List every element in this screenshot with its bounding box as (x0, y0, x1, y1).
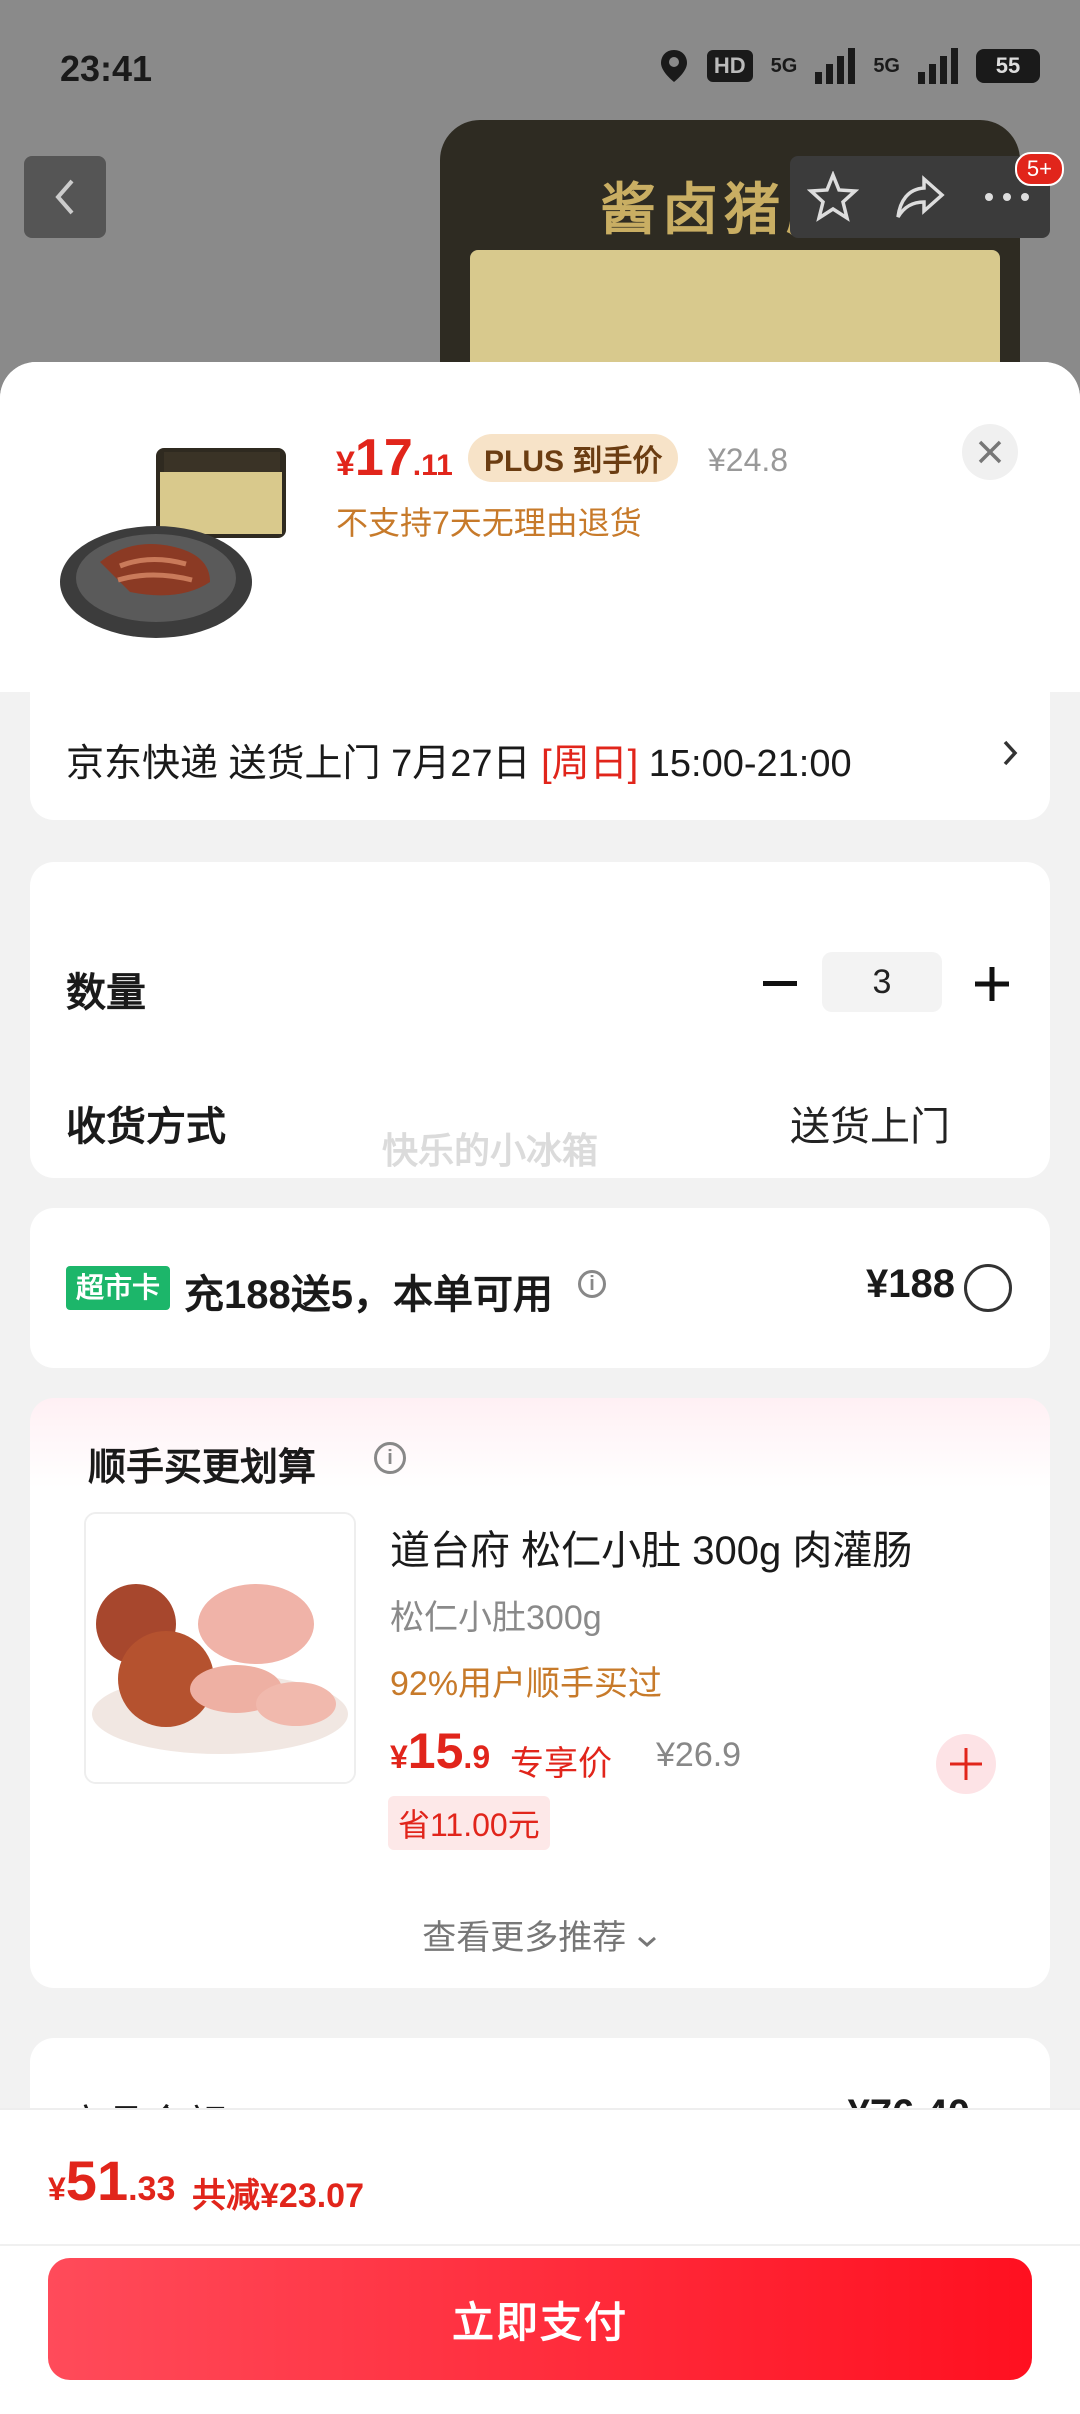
hd-icon: HD (706, 50, 753, 82)
share-icon[interactable] (894, 171, 946, 223)
notification-badge: 5+ (1014, 152, 1064, 186)
exclusive-price-label: 专享价 (510, 1745, 612, 1783)
close-icon (978, 440, 1002, 464)
recommended-product-image[interactable] (84, 1512, 356, 1784)
quantity-decrease-button[interactable] (750, 954, 810, 1014)
recommended-original-price: ¥26.9 (656, 1736, 742, 1774)
back-button[interactable] (24, 156, 106, 238)
info-icon[interactable]: i (578, 1270, 606, 1298)
add-recommended-button[interactable] (936, 1734, 996, 1794)
delivery-day: [周日] (541, 743, 639, 785)
recommended-product-name[interactable]: 道台府 松仁小肚 300g 肉灌肠 (390, 1518, 912, 1576)
recommended-product-buyers: 92%用户顺手买过 (390, 1665, 663, 1703)
star-icon[interactable] (807, 171, 860, 223)
top-actions (790, 156, 1050, 238)
recommended-product-spec: 松仁小肚300g (390, 1599, 602, 1637)
promo-radio-button[interactable] (964, 1264, 1012, 1312)
status-icons: HD 5G 5G 55 (659, 48, 1040, 84)
total-decimal: .33 (128, 2170, 176, 2208)
product-thumbnail[interactable] (60, 442, 290, 642)
status-time: 23:41 (60, 48, 153, 89)
close-button[interactable] (962, 424, 1018, 480)
sausage-image (86, 1514, 354, 1782)
total-price: ¥51.33 (48, 2148, 175, 2213)
promo-price: ¥188 (866, 1262, 955, 1306)
payment-bar: ¥51.33 共减¥23.07 立即支付 (0, 2108, 1080, 2414)
sheet-price: ¥17.11 (336, 428, 453, 488)
see-more-label: 查看更多推荐 (422, 1919, 627, 1957)
status-bar: 23:41 HD 5G 5G 55 (0, 0, 1080, 140)
quantity-increase-button[interactable] (962, 954, 1022, 1014)
signal-icon (815, 48, 856, 84)
network-type-2: 5G (873, 54, 900, 77)
return-policy-note: 不支持7天无理由退货 (336, 505, 642, 541)
watermark: 快乐的小冰箱 (382, 1130, 599, 1171)
reco-price-integer: 15 (407, 1723, 464, 1779)
total-currency: ¥ (48, 2171, 66, 2207)
sheet-header: ¥17.11 PLUS 到手价 ¥24.8 不支持7天无理由退货 (0, 362, 1080, 692)
location-icon (660, 50, 687, 82)
chevron-right-icon (1003, 740, 1018, 766)
total-integer: 51 (65, 2149, 129, 2212)
plus-icon (975, 967, 1009, 1001)
minus-icon (763, 981, 797, 986)
savings-badge: 省11.00元 (388, 1796, 550, 1850)
divider (0, 2244, 1080, 2246)
quantity-label: 数量 (66, 971, 146, 1015)
shipping-method-value[interactable]: 送货上门 (790, 1094, 950, 1152)
promo-tag: 超市卡 (66, 1266, 171, 1310)
reco-price-decimal: .9 (463, 1739, 491, 1775)
see-more-recommendations[interactable]: 查看更多推荐 (30, 1910, 1050, 1959)
promo-text: 充188送5，本单可用 (184, 1273, 553, 1317)
delivery-text: 京东快递 送货上门 7月27日 [周日] 15:00-21:00 (66, 732, 852, 787)
recommendation-card: 顺手买更划算 i 道台府 松仁小肚 300g 肉灌肠 松仁小肚300g 92%用… (30, 1398, 1050, 1988)
info-icon[interactable]: i (374, 1442, 406, 1474)
delivery-time-window: 15:00-21:00 (638, 743, 852, 785)
network-type-1: 5G (770, 54, 798, 77)
original-price: ¥24.8 (708, 442, 789, 478)
price-currency: ¥ (336, 445, 355, 483)
delivery-row[interactable]: 京东快递 送货上门 7月27日 [周日] 15:00-21:00 (30, 692, 1050, 820)
recommended-product-price: ¥15.9 (390, 1722, 490, 1780)
pay-now-button[interactable]: 立即支付 (48, 2258, 1032, 2380)
battery-icon: 55 (976, 49, 1040, 83)
quantity-input[interactable]: 3 (822, 952, 942, 1012)
total-savings: 共减¥23.07 (192, 2177, 364, 2215)
purchase-sheet: ¥17.11 PLUS 到手价 ¥24.8 不支持7天无理由退货 京东快递 送货… (0, 362, 1080, 2412)
chevron-down-icon (637, 1936, 656, 1947)
plus-icon (950, 1748, 982, 1780)
supermarket-card-promo[interactable]: 超市卡 充188送5，本单可用 i ¥188 (30, 1208, 1050, 1368)
more-icon[interactable] (981, 187, 1033, 207)
price-decimal: .11 (412, 449, 453, 482)
plus-price-badge: PLUS 到手价 (468, 434, 679, 482)
shipping-method-label: 收货方式 (66, 1105, 226, 1149)
chevron-left-icon (55, 179, 74, 215)
reco-price-currency: ¥ (390, 1739, 408, 1775)
price-integer: 17 (354, 429, 413, 487)
recommendation-title: 顺手买更划算 (88, 1447, 317, 1489)
delivery-prefix: 京东快递 送货上门 7月27日 (66, 743, 542, 785)
signal-icon-2 (918, 48, 958, 84)
